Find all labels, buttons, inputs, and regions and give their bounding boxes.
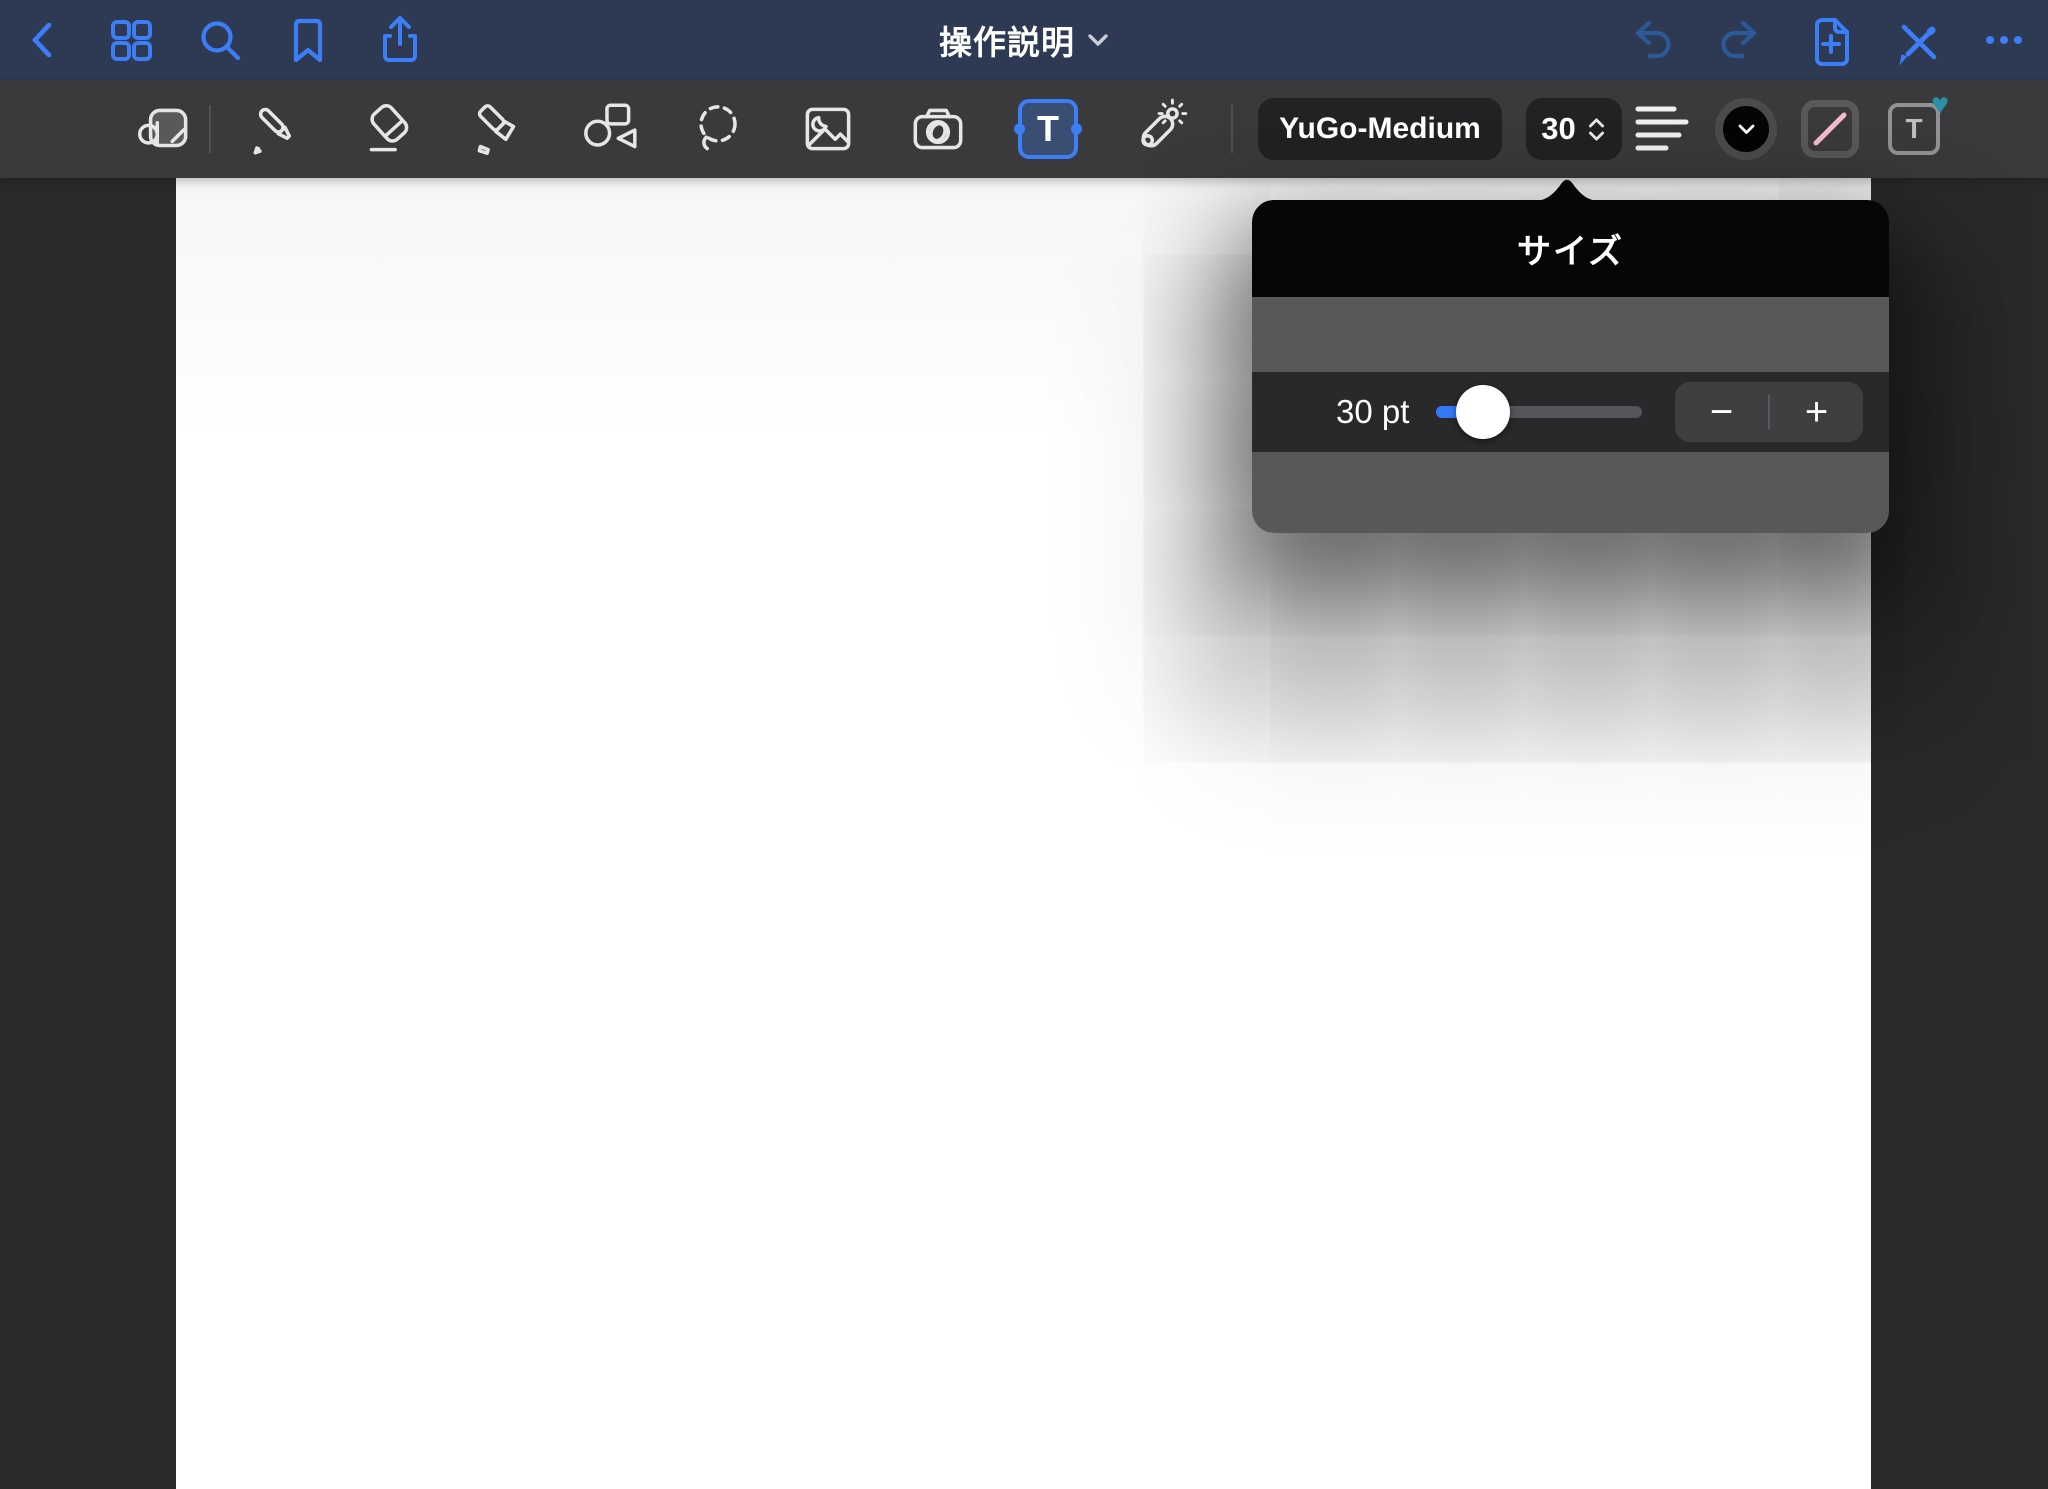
add-page-icon [1815, 18, 1849, 66]
navbar: 操作説明 [0, 0, 2048, 80]
font-family-button[interactable]: YuGo-Medium [1258, 98, 1502, 160]
popover-title: サイズ [1517, 233, 1624, 271]
eraser-tool-button[interactable] [354, 93, 426, 165]
size-value-label: 30 pt [1336, 393, 1410, 430]
highlighter-tool-button[interactable] [464, 93, 536, 165]
toolbar-divider [1231, 105, 1233, 153]
size-slider[interactable] [1436, 384, 1642, 440]
view-mode-button[interactable] [129, 93, 201, 165]
laser-pointer-icon [1141, 98, 1188, 148]
page-title: 操作説明 [939, 24, 1075, 61]
text-box-border-button[interactable] [1801, 100, 1859, 158]
add-page-button[interactable] [1801, 12, 1857, 68]
size-decrease-button[interactable]: − [1675, 382, 1768, 442]
text-align-button[interactable] [1626, 93, 1698, 165]
more-button[interactable] [1976, 12, 2032, 68]
favorite-text-style-button[interactable]: T ♥ [1888, 90, 1949, 155]
slider-thumb[interactable] [1456, 385, 1511, 439]
size-increase-button[interactable]: + [1770, 382, 1863, 442]
undo-button[interactable] [1624, 12, 1680, 68]
popover-header: サイズ [1252, 200, 1889, 297]
font-family-value: YuGo-Medium [1279, 112, 1481, 145]
up-down-chevrons-icon [1588, 117, 1604, 141]
eraser-icon [369, 104, 409, 152]
redo-icon [1721, 20, 1757, 59]
style-T-glyph: T [1905, 113, 1923, 144]
stylus-mode-button[interactable] [1888, 12, 1944, 68]
shapes-icon [584, 103, 637, 149]
lasso-icon [699, 105, 737, 151]
popover-band-top [1252, 297, 1889, 372]
redo-button[interactable] [1712, 12, 1768, 68]
stylus-and-pen-icon [1899, 24, 1937, 66]
shapes-tool-button[interactable] [572, 93, 644, 165]
heart-icon: ♥ [1931, 88, 1949, 121]
camera-icon [913, 108, 963, 150]
tool-toolbar: T YuGo-Medium 30 T ♥ [0, 80, 2048, 178]
chevron-down-icon [1088, 33, 1108, 46]
popover-arrow [1534, 179, 1600, 201]
image-tool-button[interactable] [792, 93, 864, 165]
diagonal-stroke-icon [1813, 112, 1847, 146]
pen-tool-button[interactable] [242, 93, 314, 165]
align-left-icon [1635, 106, 1689, 151]
pen-icon [253, 107, 292, 155]
text-color-button[interactable] [1715, 98, 1777, 160]
highlighter-icon [477, 104, 516, 155]
text-tool-selected-chip: T [1018, 99, 1078, 159]
view-mode-icon [137, 108, 188, 148]
toolbar-divider [209, 105, 211, 153]
image-icon [805, 107, 851, 151]
laser-pointer-tool-button[interactable] [1122, 93, 1194, 165]
text-tool-glyph: T [1037, 108, 1059, 149]
font-size-value: 30 [1541, 111, 1576, 146]
popover-band-bottom [1252, 452, 1889, 533]
undo-icon [1635, 20, 1671, 59]
lasso-tool-button[interactable] [682, 93, 754, 165]
size-popover: サイズ 30 pt − + [1252, 179, 1889, 533]
camera-tool-button[interactable] [902, 93, 974, 165]
size-control-row: 30 pt − + [1252, 372, 1889, 452]
ellipsis-icon [1986, 36, 2022, 44]
text-tool-button[interactable]: T [1012, 93, 1084, 165]
font-size-button[interactable]: 30 [1526, 98, 1622, 160]
color-chevron-down-icon [1738, 124, 1754, 134]
size-stepper: − + [1675, 382, 1863, 442]
